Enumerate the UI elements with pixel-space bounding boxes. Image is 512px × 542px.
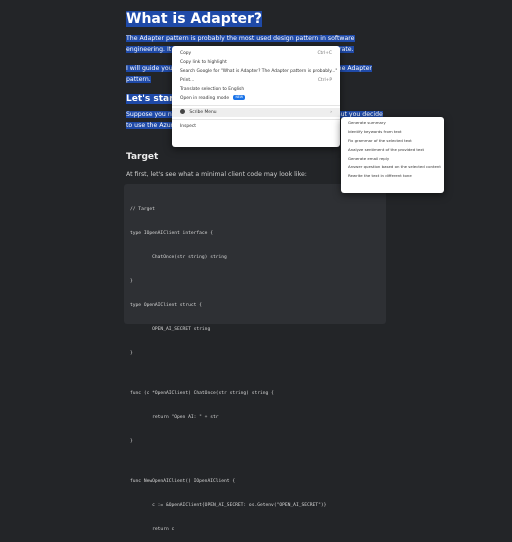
menu-item-label: Scribe Menu <box>189 110 217 115</box>
scribe-submenu: Generate summary Identify keywords from … <box>341 117 444 193</box>
menu-item-translate[interactable]: Translate selection to English <box>172 85 340 94</box>
submenu-item-analyze-sentiment[interactable]: Analyze sentiment of the provided text <box>341 146 444 155</box>
menu-item-copy[interactable]: Copy Ctrl+C <box>172 49 340 58</box>
code-line: type IOpenAIClient interface { <box>130 231 213 236</box>
new-badge: NEW <box>233 95 246 100</box>
menu-divider <box>172 119 340 120</box>
menu-item-scribe[interactable]: Scribe Menu › <box>172 108 340 117</box>
menu-item-label: Search Google for "What is Adapter? The … <box>180 69 338 74</box>
submenu-item-generate-summary[interactable]: Generate summary <box>341 119 444 128</box>
section-heading-target: Target <box>126 152 159 162</box>
menu-item-print[interactable]: Print... Ctrl+P <box>172 76 340 85</box>
menu-item-copy-link[interactable]: Copy link to highlight <box>172 58 340 67</box>
code-line: } <box>130 439 133 444</box>
code-line: type OpenAIClient struct { <box>130 303 202 308</box>
context-menu: Copy Ctrl+C Copy link to highlight Searc… <box>172 46 340 147</box>
menu-item-label: Copy link to highlight <box>180 60 227 65</box>
shortcut-label: Ctrl+P <box>317 78 332 83</box>
menu-item-label: Translate selection to English <box>180 87 245 92</box>
submenu-item-rewrite-tone[interactable]: Rewrite the text in different tone <box>341 172 444 181</box>
scribe-icon <box>180 109 185 114</box>
submenu-item-answer-question[interactable]: Answer question based on the selected co… <box>341 163 444 172</box>
menu-item-label: Inspect <box>180 124 196 129</box>
chevron-right-icon: › <box>330 110 332 115</box>
menu-item-inspect[interactable]: Inspect <box>172 122 340 131</box>
menu-item-label: Copy <box>180 51 192 56</box>
menu-item-label: Open in reading mode <box>180 96 230 101</box>
shortcut-label: Ctrl+C <box>317 51 332 56</box>
code-block: // Target type IOpenAIClient interface {… <box>124 184 386 532</box>
menu-item-search-google[interactable]: Search Google for "What is Adapter? The … <box>172 67 340 76</box>
menu-item-label: Print... <box>180 78 195 83</box>
code-line: func NewOpenAIClient() IOpenAIClient { <box>130 479 236 484</box>
target-paragraph: At first, let's see what a minimal clien… <box>126 171 307 178</box>
submenu-item-generate-email[interactable]: Generate email reply <box>341 155 444 164</box>
submenu-item-fix-grammar[interactable]: Fix grammar of the selected text <box>341 137 444 146</box>
code-line: } <box>130 351 133 356</box>
code-line: return c <box>130 527 175 532</box>
code-line: ChatOnce(str string) string <box>130 255 227 260</box>
menu-divider <box>172 105 340 106</box>
menu-item-reading-mode[interactable]: Open in reading mode NEW <box>172 94 340 103</box>
code-line: } <box>130 279 133 284</box>
code-line: // Target <box>130 207 155 212</box>
submenu-item-identify-keywords[interactable]: Identify keywords from text <box>341 128 444 137</box>
page-title: What is Adapter? <box>126 11 262 27</box>
code-line: return "Open AI: " + str <box>130 415 219 420</box>
code-line: OPEN_AI_SECRET string <box>130 327 211 332</box>
section-heading-start: Let's start <box>126 94 178 104</box>
code-line: func (c *OpenAIClient) ChatOnce(str stri… <box>130 391 274 396</box>
code-line: c := &OpenAIClient{OPEN_AI_SECRET: os.Ge… <box>130 503 327 508</box>
